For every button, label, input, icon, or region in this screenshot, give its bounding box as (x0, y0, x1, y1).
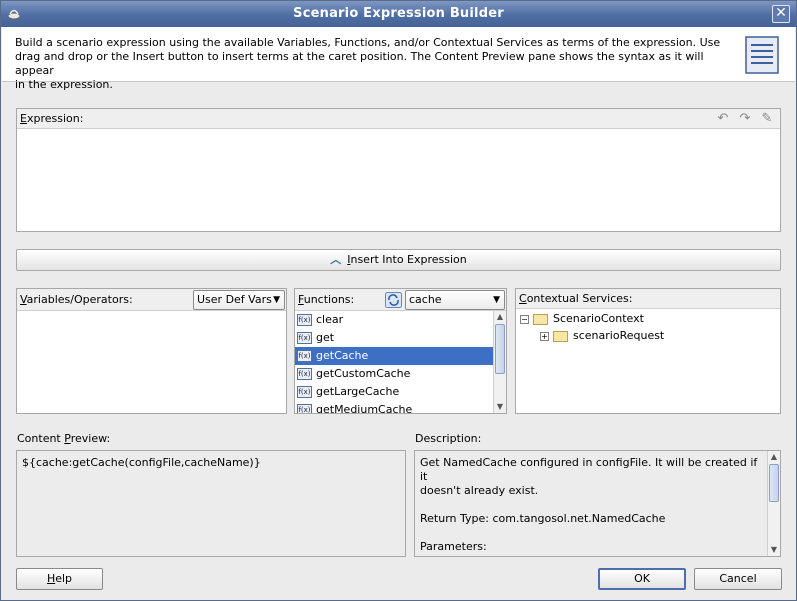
function-item[interactable]: f(x) getCustomCache (295, 365, 493, 383)
variables-panel: Variables/Operators: User Def Vars ▼ (16, 288, 287, 414)
cancel-button[interactable]: Cancel (694, 568, 782, 590)
close-button[interactable]: ✕ (772, 5, 790, 23)
header-description-line: Build a scenario expression using the av… (15, 36, 721, 49)
functions-label: Functions: (298, 293, 354, 306)
expression-editor[interactable] (17, 130, 780, 231)
variables-label: Variables/Operators: (20, 293, 133, 306)
dialog-window: Scenario Expression Builder ✕ Build a sc… (0, 0, 797, 601)
functions-label-text: unctions: (303, 293, 355, 306)
function-item-label: getMediumCache (316, 403, 413, 413)
function-item[interactable]: f(x) getMediumCache (295, 401, 493, 413)
functions-panel: Functions: cache ▼ f(x) clear f(x) get f(x… (294, 288, 507, 414)
function-icon: f(x) (297, 350, 312, 362)
functions-list[interactable]: f(x) clear f(x) get f(x) getCache f(x) getCu… (295, 311, 493, 413)
insert-label-text: nsert Into Expression (350, 253, 467, 266)
scroll-thumb[interactable] (769, 464, 779, 502)
undo-icon[interactable]: ↶ (714, 111, 732, 127)
contextual-label-mnemonic: C (519, 292, 527, 305)
function-icon: f(x) (297, 404, 312, 413)
contextual-services-label: Contextual Services: (519, 292, 632, 305)
variables-label-mnemonic: V (20, 293, 27, 306)
functions-combo-value: cache (409, 293, 442, 306)
contextual-services-panel: Contextual Services: − ScenarioContext + s… (515, 288, 781, 414)
description-scrollbar[interactable]: ▲ ▼ (767, 451, 780, 556)
content-preview-box: ${cache:getCache(configFile,cacheName)} (16, 450, 406, 557)
expression-label: Expression: (20, 112, 83, 125)
tree-node-label: ScenarioContext (553, 312, 644, 325)
header-description: Build a scenario expression using the av… (15, 36, 725, 92)
function-icon: f(x) (297, 386, 312, 398)
scroll-down-icon[interactable]: ▼ (494, 401, 506, 413)
function-item-label: getCustomCache (316, 367, 411, 380)
help-button[interactable]: Help (16, 568, 103, 590)
expression-label-text: xpression: (26, 112, 84, 125)
function-item-label: getLargeCache (316, 385, 400, 398)
function-icon: f(x) (297, 368, 312, 380)
content-preview-label: Content Preview: (17, 432, 110, 445)
folder-icon (553, 330, 568, 342)
scroll-down-icon[interactable]: ▼ (768, 544, 780, 556)
functions-category-combo[interactable]: cache ▼ (405, 290, 505, 310)
description-line: doesn't already exist. (420, 484, 539, 497)
dropdown-arrow-icon: ▼ (273, 295, 280, 305)
collapse-icon[interactable]: − (520, 314, 529, 324)
description-line (420, 498, 765, 512)
header-panel: Build a scenario expression using the av… (2, 27, 795, 91)
ok-button[interactable]: OK (598, 568, 686, 590)
function-item-label: clear (316, 313, 344, 326)
function-icon: f(x) (297, 314, 312, 326)
header-description-line: drag and drop or the Insert button to in… (15, 50, 704, 77)
insert-into-expression-button[interactable]: ︿ Insert Into Expression (16, 249, 781, 271)
variables-list[interactable] (17, 312, 286, 413)
scroll-up-icon[interactable]: ▲ (494, 311, 506, 323)
expression-toolbar: ↶ ↷ ✎ (710, 111, 776, 127)
variables-label-text: ariables/Operators: (26, 293, 133, 306)
function-item-selected[interactable]: f(x) getCache (295, 347, 493, 365)
function-item[interactable]: f(x) clear (295, 311, 493, 329)
header-description-line: in the expression. (15, 78, 113, 91)
tree-node-scenario-context[interactable]: − ScenarioContext (520, 311, 644, 327)
function-item-label: get (316, 331, 335, 344)
folder-icon (533, 313, 548, 325)
functions-header: Functions: cache ▼ (295, 289, 506, 311)
contextual-label-text: ontextual Services: (526, 292, 633, 305)
chevron-up-icon: ︿ (330, 253, 342, 266)
eraser-icon[interactable]: ✎ (758, 111, 776, 127)
expression-panel: Expression: ↶ ↷ ✎ (16, 108, 781, 232)
preview-label-text-end: review: (70, 432, 111, 445)
description-box: Get NamedCache configured in configFile.… (414, 450, 781, 557)
description-label: Description: (415, 432, 482, 445)
function-item-label: getCache (316, 349, 369, 362)
description-line (420, 526, 765, 540)
description-text: Get NamedCache configured in configFile.… (420, 456, 765, 554)
tree-node-label: scenarioRequest (573, 329, 665, 342)
contextual-services-header: Contextual Services: (516, 289, 780, 309)
variables-header: Variables/Operators: User Def Vars ▼ (17, 289, 286, 311)
window-title: Scenario Expression Builder (293, 6, 504, 21)
description-line: Get NamedCache configured in configFile.… (420, 456, 758, 483)
variables-combo[interactable]: User Def Vars ▼ (193, 290, 285, 310)
help-label-text: elp (55, 572, 73, 585)
content-preview-value: ${cache:getCache(configFile,cacheName)} (22, 456, 261, 469)
scroll-up-icon[interactable]: ▲ (768, 451, 780, 463)
function-item[interactable]: f(x) get (295, 329, 493, 347)
expression-header: Expression: ↶ ↷ ✎ (17, 109, 780, 129)
scroll-thumb[interactable] (495, 324, 505, 374)
expression-label-mnemonic: E (20, 112, 27, 125)
tree-node-scenario-request[interactable]: + scenarioRequest (540, 328, 664, 344)
preview-label-text: Content (17, 432, 65, 445)
functions-scrollbar[interactable]: ▲ ▼ (493, 311, 506, 413)
description-line: Parameters: (420, 540, 487, 553)
function-icon: f(x) (297, 332, 312, 344)
title-bar[interactable]: Scenario Expression Builder ✕ (1, 1, 796, 27)
variables-combo-value: User Def Vars (197, 293, 272, 306)
help-label-mnemonic: H (46, 572, 56, 585)
dropdown-arrow-icon: ▼ (493, 295, 500, 305)
function-item[interactable]: f(x) getLargeCache (295, 383, 493, 401)
description-line: Return Type: com.tangosol.net.NamedCache (420, 512, 666, 525)
document-icon (745, 36, 779, 74)
expand-icon[interactable]: + (540, 331, 549, 341)
refresh-icon[interactable] (385, 292, 402, 308)
redo-icon[interactable]: ↷ (736, 111, 754, 127)
